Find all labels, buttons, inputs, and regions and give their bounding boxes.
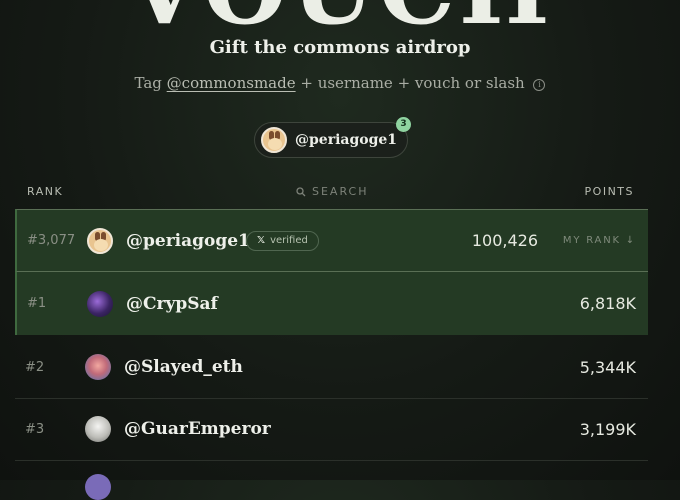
tagline: Tag @commonsmade + username + vouch or s… xyxy=(0,74,680,92)
avatar xyxy=(261,127,287,153)
avatar xyxy=(85,354,111,380)
x-logo-icon: 𝕏 xyxy=(257,235,266,246)
row-rank: #2 xyxy=(25,359,45,375)
search-placeholder: SEARCH xyxy=(312,185,369,198)
rank-column-header: RANK xyxy=(27,185,64,198)
hero-title: VOUCH xyxy=(0,0,680,38)
tagline-prefix: Tag xyxy=(134,74,167,92)
row-rank: #1 xyxy=(27,296,47,311)
notification-badge: 3 xyxy=(396,117,411,132)
table-row[interactable]: #3 @GuarEmperor 3,199K xyxy=(15,398,648,461)
my-rank-row[interactable]: #3,077 @periagoge1 𝕏verified 100,426 MY … xyxy=(15,209,648,272)
row-points: 3,199K xyxy=(579,419,636,439)
avatar xyxy=(85,416,111,442)
row-points: 5,344K xyxy=(579,357,636,377)
row-rank: #3 xyxy=(25,421,45,437)
row-username[interactable]: @periagoge1 xyxy=(126,231,250,251)
tagline-suffix: + username + vouch or slash xyxy=(295,74,525,92)
avatar xyxy=(85,474,111,500)
my-rank-button[interactable]: MY RANK ↓ xyxy=(563,235,636,246)
row-username[interactable]: @GuarEmperor xyxy=(124,419,271,439)
search-input[interactable]: SEARCH xyxy=(296,185,369,198)
avatar xyxy=(87,290,113,317)
row-points: 6,818K xyxy=(579,294,636,313)
commonsmade-link[interactable]: @commonsmade xyxy=(167,74,296,92)
verified-label: verified xyxy=(270,235,308,246)
avatar xyxy=(87,227,113,254)
page-subtitle: Gift the commons airdrop xyxy=(209,37,471,58)
row-points: 100,426 xyxy=(471,231,538,250)
row-rank: #3,077 xyxy=(27,233,76,248)
profile-pill[interactable]: @periagoge1 xyxy=(254,122,408,158)
profile-username: @periagoge1 xyxy=(295,132,398,148)
row-username[interactable]: @CrypSaf xyxy=(126,294,218,314)
points-column-header: POINTS xyxy=(584,185,634,198)
search-icon xyxy=(296,186,306,196)
table-row[interactable]: #2 @Slayed_eth 5,344K xyxy=(15,336,648,399)
table-row[interactable]: #1 @CrypSaf 6,818K xyxy=(15,272,648,335)
verified-badge: 𝕏verified xyxy=(246,230,319,251)
row-username[interactable]: @Slayed_eth xyxy=(124,357,243,377)
info-icon[interactable]: i xyxy=(533,79,546,91)
